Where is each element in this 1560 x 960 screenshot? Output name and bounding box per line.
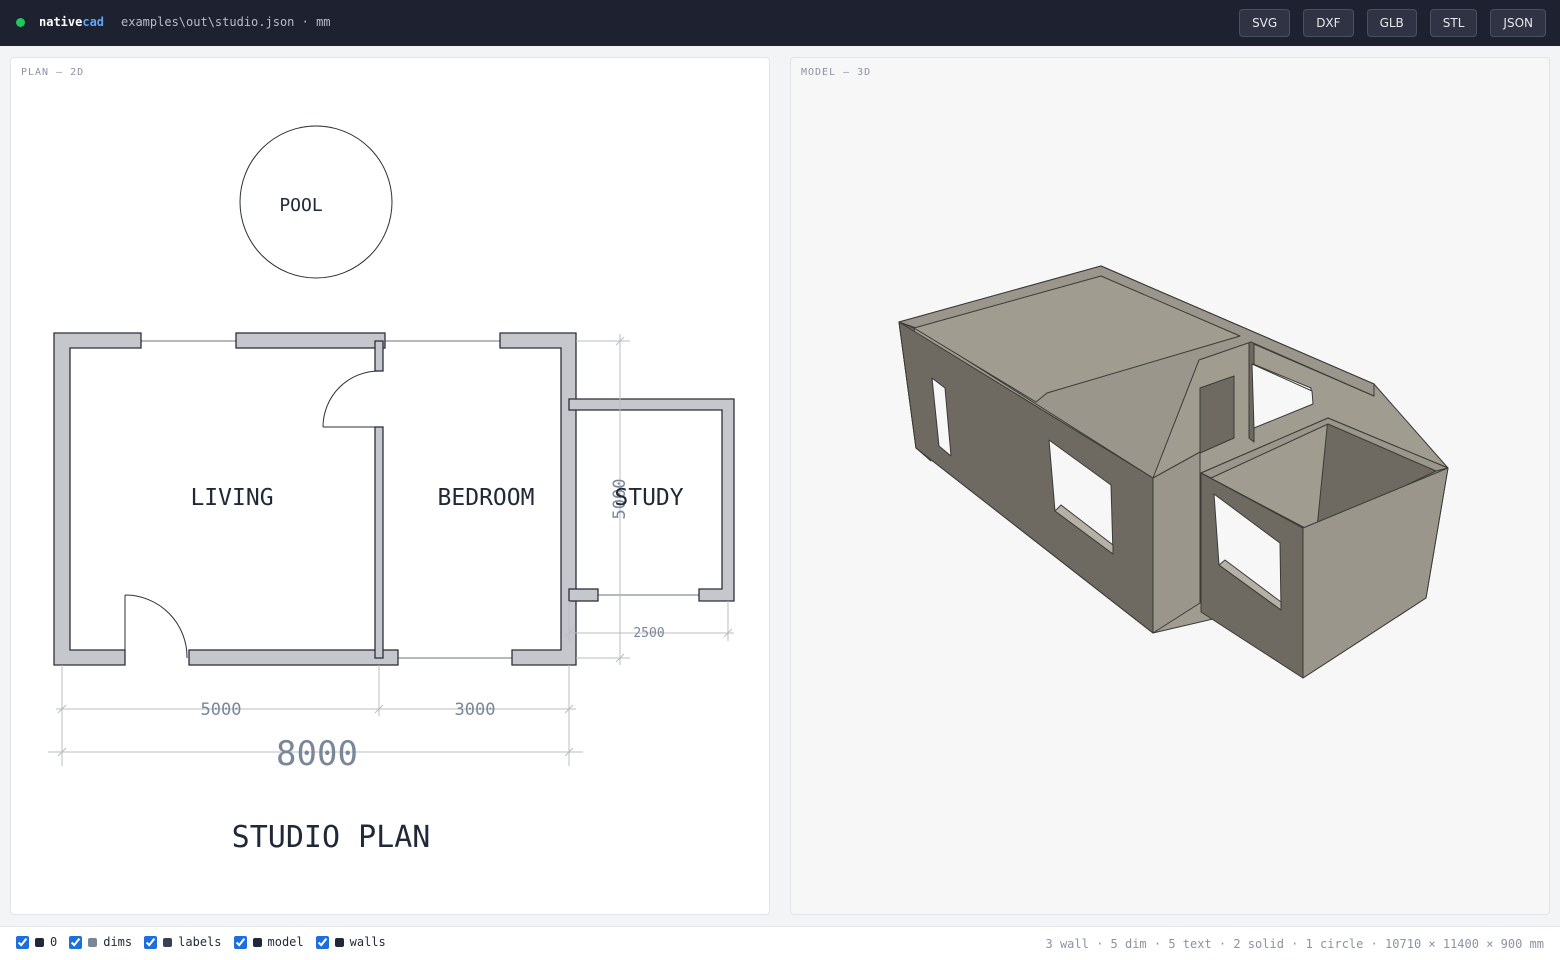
layer-swatch-model [252,937,262,947]
building-model[interactable] [898,265,1449,679]
layer-toggles: 0 dims labels model walls [16,935,386,949]
drawing-stats: 3 wall · 5 dim · 5 text · 2 solid · 1 ci… [1045,937,1545,951]
status-dot [16,18,25,27]
wall-living-south [188,649,399,666]
dim-total-width[interactable]: 8000 [276,734,358,774]
layer-toggle-model[interactable]: model [233,935,304,949]
layer-toggle-dims[interactable]: dims [69,935,132,949]
door-swings [124,370,380,659]
layer-swatch-walls [334,937,344,947]
layer-checkbox-walls[interactable] [315,935,329,949]
export-toolbar: SVG DXF GLB STL JSON [1239,9,1546,37]
layer-name-labels: labels [178,935,222,949]
layer-toggle-0[interactable]: 0 [16,935,57,949]
dim-living-width[interactable]: 5000 [201,700,242,720]
wall-partition-top [374,340,384,372]
layer-swatch-0 [35,937,44,947]
app-logo: nativecad [39,15,105,29]
layer-checkbox-model[interactable] [233,935,247,949]
dim-study-width[interactable]: 2500 [633,626,664,641]
model-viewport[interactable] [791,58,1550,915]
layer-toggle-labels[interactable]: labels [144,935,222,949]
door-bedroom-arc [322,370,380,428]
wall-partition [374,426,384,659]
layer-swatch-labels [163,937,173,947]
layer-checkbox-labels[interactable] [144,935,158,949]
dim-bedroom-width[interactable]: 3000 [455,700,496,720]
room-label-living: LIVING [190,485,273,511]
model-panel-title: MODEL — 3D [801,67,872,78]
room-label-study: STUDY [614,485,683,511]
pool-label: POOL [279,195,323,216]
layer-toggle-walls[interactable]: walls [315,935,386,949]
wall-study-stub [568,588,599,602]
export-svg-button[interactable]: SVG [1239,9,1291,37]
plan-canvas[interactable]: POOL 5000 3000 8000 2500 5000 LIVING BED… [11,58,770,915]
file-path: examples\out\studio.json · mm [121,15,331,29]
layer-name-model: model [267,935,304,949]
export-json-button[interactable]: JSON [1490,9,1546,37]
layer-name-walls: walls [349,935,386,949]
export-glb-button[interactable]: GLB [1366,9,1417,37]
status-bar: 0 dims labels model walls 3 wall · 5 dim… [0,926,1560,960]
wall-living-north [235,332,386,349]
door-living-arc [124,594,188,659]
plan-panel-title: PLAN — 2D [21,67,85,78]
export-stl-button[interactable]: STL [1429,9,1478,37]
layer-name-0: 0 [50,935,58,949]
model-3d-panel[interactable]: MODEL — 3D [790,57,1550,915]
layer-checkbox-dims[interactable] [69,935,83,949]
drawing-title: STUDIO PLAN [232,820,431,855]
layer-checkbox-0[interactable] [16,935,29,949]
layer-swatch-dims [88,937,98,947]
layer-name-dims: dims [103,935,133,949]
room-label-bedroom: BEDROOM [438,485,535,511]
plan-2d-panel[interactable]: POOL 5000 3000 8000 2500 5000 LIVING BED… [10,57,770,915]
top-bar: nativecad examples\out\studio.json · mm … [0,0,1560,46]
export-dxf-button[interactable]: DXF [1303,9,1354,37]
wall-living-west [53,332,142,666]
